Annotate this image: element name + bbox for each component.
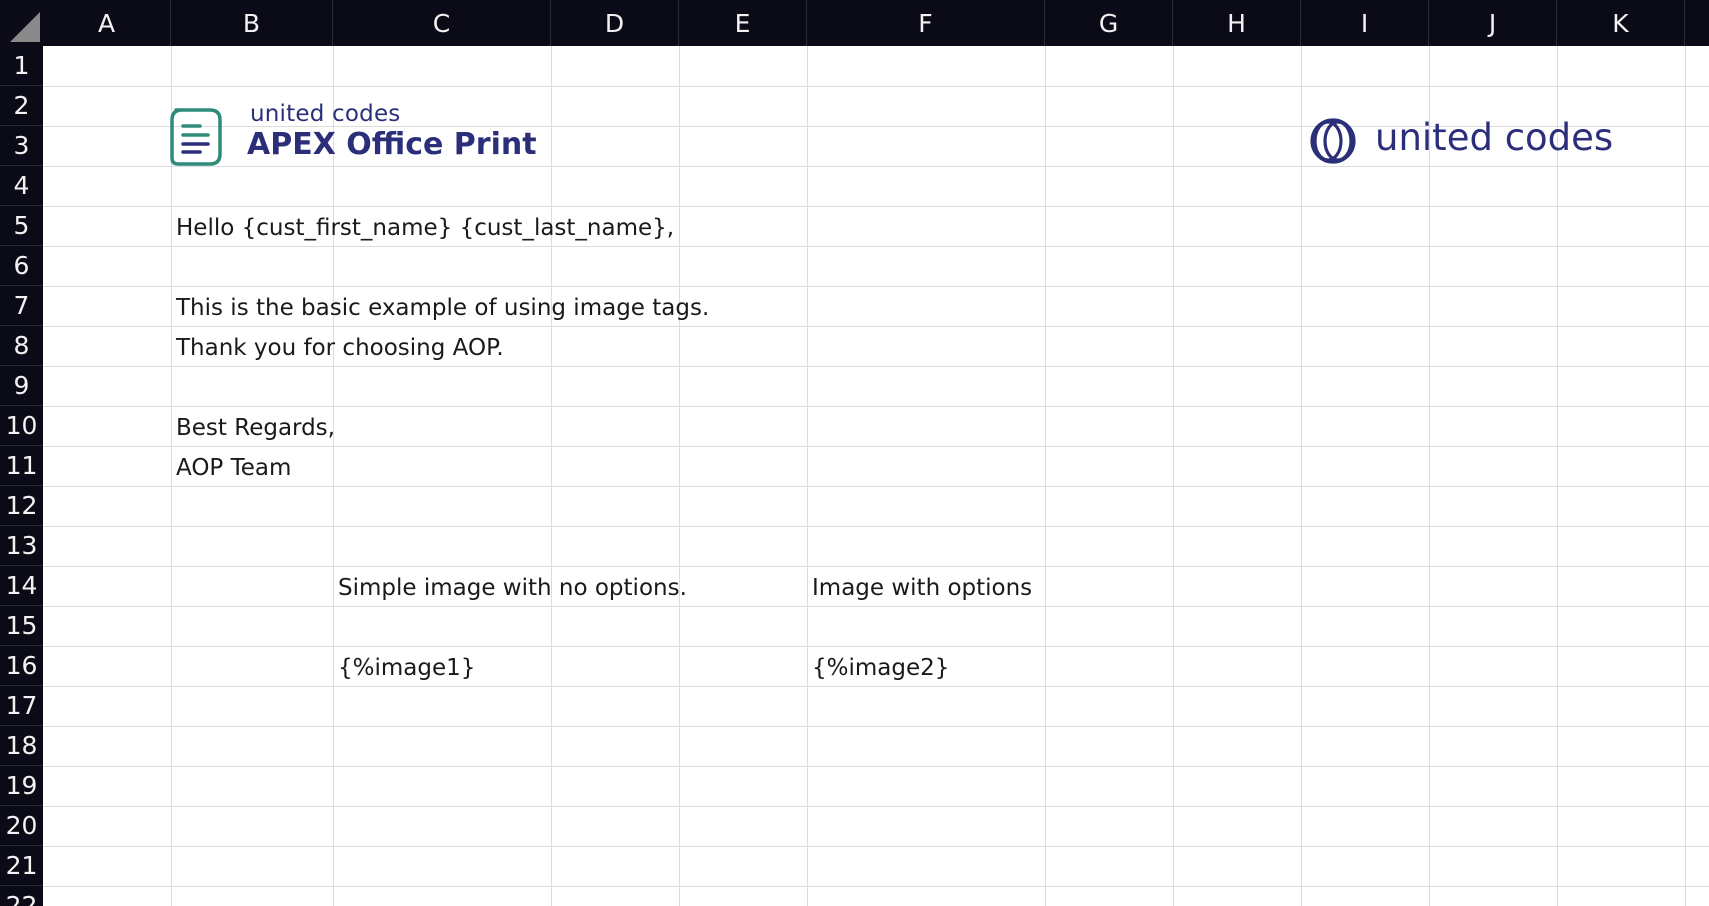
row-header-1[interactable]: 1 xyxy=(0,46,43,86)
row-header-3[interactable]: 3 xyxy=(0,126,43,166)
column-gridline xyxy=(1557,46,1558,906)
row-gridline xyxy=(43,286,1709,287)
row-header-21[interactable]: 21 xyxy=(0,846,43,886)
column-header-I[interactable]: I xyxy=(1301,0,1429,46)
column-header-B[interactable]: B xyxy=(171,0,333,46)
column-gridline xyxy=(333,46,334,906)
column-header-K[interactable]: K xyxy=(1557,0,1685,46)
row-header-12[interactable]: 12 xyxy=(0,486,43,526)
row-gridline xyxy=(43,726,1709,727)
row-header-13[interactable]: 13 xyxy=(0,526,43,566)
column-gridline xyxy=(1429,46,1430,906)
row-gridline xyxy=(43,806,1709,807)
row-header-10[interactable]: 10 xyxy=(0,406,43,446)
row-gridline xyxy=(43,766,1709,767)
row-header-5[interactable]: 5 xyxy=(0,206,43,246)
row-header-16[interactable]: 16 xyxy=(0,646,43,686)
cell-F16[interactable]: {%image2} xyxy=(812,648,949,688)
row-gridline xyxy=(43,886,1709,887)
cell-B8[interactable]: Thank you for choosing AOP. xyxy=(176,328,504,368)
column-gridline xyxy=(551,46,552,906)
row-gridline xyxy=(43,406,1709,407)
cell-F14[interactable]: Image with options xyxy=(812,568,1032,608)
column-header-D[interactable]: D xyxy=(551,0,679,46)
column-gridline xyxy=(1045,46,1046,906)
row-header-2[interactable]: 2 xyxy=(0,86,43,126)
select-all-corner[interactable] xyxy=(0,0,43,46)
row-gridline xyxy=(43,646,1709,647)
row-header-17[interactable]: 17 xyxy=(0,686,43,726)
row-header-20[interactable]: 20 xyxy=(0,806,43,846)
column-header-J[interactable]: J xyxy=(1429,0,1557,46)
column-header-filler xyxy=(1685,0,1709,46)
row-gridline xyxy=(43,846,1709,847)
united-codes-logo-text: united codes xyxy=(1375,116,1614,159)
row-header-4[interactable]: 4 xyxy=(0,166,43,206)
row-header-6[interactable]: 6 xyxy=(0,246,43,286)
column-gridline xyxy=(679,46,680,906)
column-header-G[interactable]: G xyxy=(1045,0,1173,46)
spreadsheet-grid[interactable]: ABCDEFGHIJK 1 2 3 4 5 6 7 8 9 10 11 12 13 14 15 16 17 18 1… xyxy=(0,0,1709,906)
column-header-C[interactable]: C xyxy=(333,0,551,46)
row-header-8[interactable]: 8 xyxy=(0,326,43,366)
logo-brand-small: united codes xyxy=(250,101,401,127)
column-header-F[interactable]: F xyxy=(807,0,1045,46)
document-lines-icon xyxy=(170,108,222,166)
column-header-H[interactable]: H xyxy=(1173,0,1301,46)
column-gridline xyxy=(1173,46,1174,906)
logo-product-name: APEX Office Print xyxy=(247,127,537,162)
row-header-18[interactable]: 18 xyxy=(0,726,43,766)
column-gridline xyxy=(1685,46,1686,906)
cell-B5[interactable]: Hello {cust_first_name} {cust_last_name}… xyxy=(176,208,674,248)
cell-B7[interactable]: This is the basic example of using image… xyxy=(176,288,709,328)
row-header-14[interactable]: 14 xyxy=(0,566,43,606)
row-gridline xyxy=(43,206,1709,207)
column-gridline xyxy=(807,46,808,906)
interlocking-rings-icon xyxy=(1310,118,1356,164)
cell-C16[interactable]: {%image1} xyxy=(338,648,475,688)
row-gridline xyxy=(43,566,1709,567)
row-header-22[interactable]: 22 xyxy=(0,886,43,906)
row-gridline xyxy=(43,526,1709,527)
row-gridline xyxy=(43,166,1709,167)
row-header-7[interactable]: 7 xyxy=(0,286,43,326)
row-gridline xyxy=(43,486,1709,487)
select-all-triangle-icon xyxy=(10,12,40,42)
cell-B10[interactable]: Best Regards, xyxy=(176,408,335,448)
row-gridline xyxy=(43,86,1709,87)
row-header-9[interactable]: 9 xyxy=(0,366,43,406)
row-header-11[interactable]: 11 xyxy=(0,446,43,486)
column-header-A[interactable]: A xyxy=(43,0,171,46)
row-header-19[interactable]: 19 xyxy=(0,766,43,806)
row-header-15[interactable]: 15 xyxy=(0,606,43,646)
column-gridline xyxy=(1301,46,1302,906)
column-gridline xyxy=(171,46,172,906)
cell-B11[interactable]: AOP Team xyxy=(176,448,291,488)
column-header-E[interactable]: E xyxy=(679,0,807,46)
cell-C14[interactable]: Simple image with no options. xyxy=(338,568,687,608)
